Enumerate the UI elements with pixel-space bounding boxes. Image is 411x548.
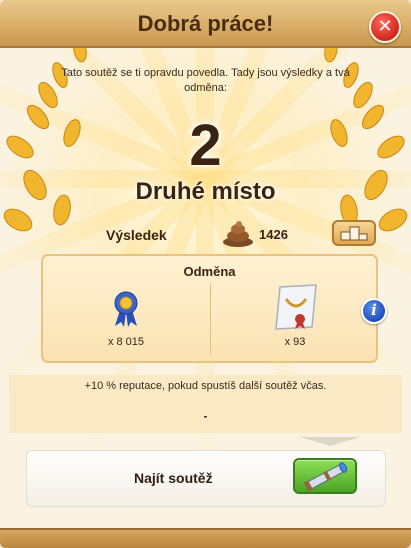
intro-text: Tato soutěž se ti opravdu povedla. Tady …	[61, 67, 350, 94]
reward-title: Odměna	[183, 264, 236, 279]
bonus-value: -	[203, 409, 208, 423]
dialog-frame: Dobrá práce! ✕ Tato soutěž se ti opravdu…	[0, 0, 411, 548]
rank-label: Druhé místo	[135, 178, 276, 205]
ranking-button[interactable]	[332, 220, 376, 246]
find-contest-label: Najít soutěž	[134, 470, 213, 486]
podium-icon	[340, 226, 368, 241]
dialog-title: Dobrá práce!	[137, 11, 274, 36]
find-contest-button[interactable]	[293, 458, 357, 494]
telescope-icon	[303, 462, 348, 492]
close-icon: ✕	[377, 16, 393, 36]
reward-divider	[210, 283, 211, 355]
close-button[interactable]: ✕	[369, 11, 401, 43]
ribbon-medal-icon	[114, 291, 138, 327]
result-label: Výsledek	[106, 227, 167, 243]
info-icon: i	[371, 301, 377, 319]
arrow-down-decoration	[300, 437, 360, 446]
reward-quantity-medal: x 8 015	[107, 336, 145, 348]
bonus-text: +10 % reputace, pokud spustíš další sout…	[84, 380, 327, 392]
bottom-wood-bar	[0, 528, 411, 548]
info-button[interactable]: i	[361, 298, 387, 324]
rank-number: 2	[189, 113, 222, 178]
certificate-scroll-icon	[275, 284, 317, 330]
reward-quantity-certificate: x 93	[284, 336, 306, 348]
result-value: 1426	[259, 227, 288, 242]
manure-pile-icon	[223, 221, 253, 247]
